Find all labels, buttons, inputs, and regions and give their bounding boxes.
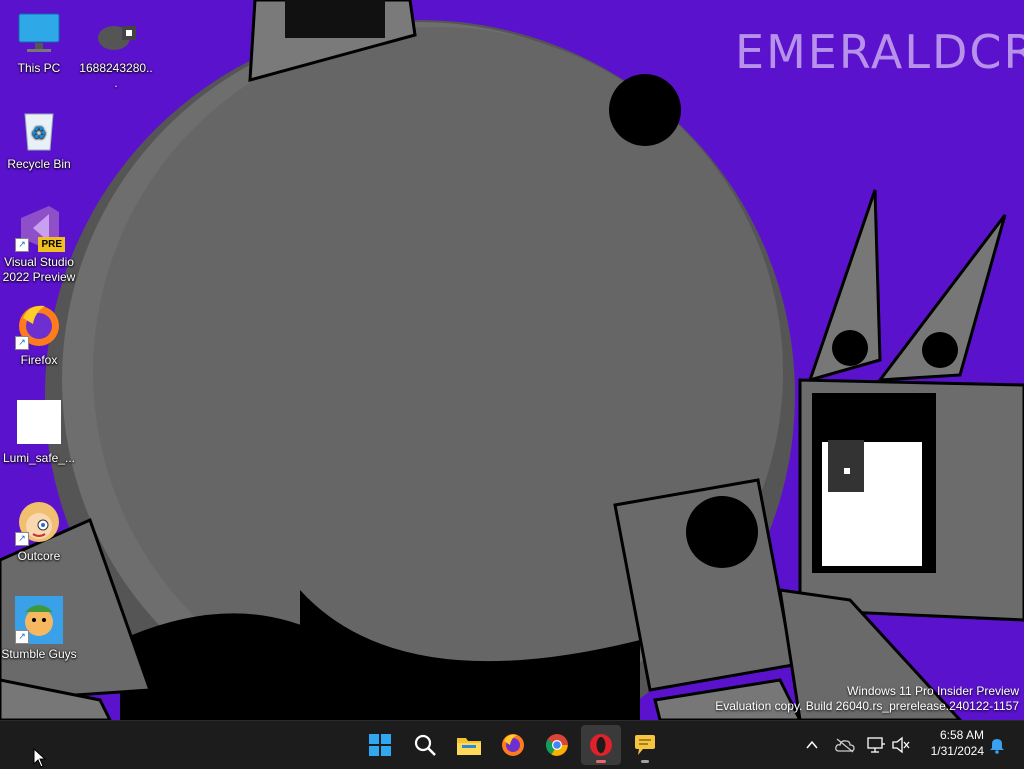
tray-onedrive-button[interactable] [833, 733, 857, 757]
desktop-icon-firefox[interactable]: ↗ Firefox [1, 302, 77, 368]
taskbar-chrome-button[interactable] [537, 725, 577, 765]
desktop-icon-outcore[interactable]: ↗ Outcore [1, 498, 77, 564]
desktop-icon-image-file[interactable]: 1688243280... [78, 10, 154, 91]
tray-volume-button[interactable] [889, 733, 913, 757]
taskbar-search-button[interactable] [405, 725, 445, 765]
watermark-line-1: Windows 11 Pro Insider Preview [847, 684, 1019, 698]
search-icon [414, 734, 436, 756]
chrome-icon [546, 734, 568, 756]
recycle-bin-icon: ♻ [15, 106, 63, 154]
running-indicator [596, 760, 606, 763]
taskbar [0, 720, 1024, 769]
network-icon [867, 737, 885, 753]
shortcut-arrow-icon: ↗ [15, 630, 29, 644]
svg-text:♻: ♻ [31, 123, 47, 144]
desktop-icon-visual-studio[interactable]: PRE ↗ Visual Studio 2022 Preview [1, 204, 77, 285]
desktop-icon-label: Visual Studio 2022 Preview [2, 255, 76, 284]
desktop-icon-label: Outcore [17, 549, 61, 563]
taskbar-clock[interactable]: 6:58 AM 1/31/2024 [920, 727, 984, 759]
visual-studio-icon: PRE ↗ [15, 204, 65, 252]
taskbar-chat-button[interactable] [625, 725, 665, 765]
stumble-guys-icon: ↗ [15, 596, 63, 644]
desktop-icon-lumi-safe[interactable]: Lumi_safe_... [1, 400, 77, 466]
tray-notifications-button[interactable] [985, 733, 1009, 757]
taskbar-start-button[interactable] [360, 725, 400, 765]
cloud-offline-icon [835, 738, 855, 753]
shortcut-arrow-icon: ↗ [15, 336, 29, 350]
shortcut-arrow-icon: ↗ [15, 532, 29, 546]
shortcut-arrow-icon: ↗ [15, 238, 29, 252]
blank-file-icon [15, 400, 63, 448]
taskbar-firefox-button[interactable] [493, 725, 533, 765]
windows-start-icon [369, 734, 391, 756]
desktop-icon-label: Recycle Bin [7, 157, 71, 171]
speaker-muted-icon [892, 736, 910, 754]
desktop-icon-this-pc[interactable]: This PC [1, 10, 77, 76]
clock-time: 6:58 AM [939, 728, 984, 742]
desktop-icon-label: This PC [17, 61, 61, 75]
firefox-icon: ↗ [15, 302, 63, 350]
folder-icon [457, 738, 481, 755]
chat-bubble-icon [635, 735, 655, 755]
outcore-icon: ↗ [15, 498, 63, 546]
firefox-icon [502, 734, 524, 756]
tray-network-button[interactable] [864, 733, 888, 757]
preview-badge: PRE [38, 237, 65, 252]
windows-evaluation-watermark: Windows 11 Pro Insider Preview Evaluatio… [715, 684, 1019, 714]
image-file-icon [92, 10, 140, 58]
desktop-wallpaper: EMERALDCRAFTS [0, 0, 1024, 720]
watermark-line-2: Evaluation copy. Build 26040.rs_prerelea… [715, 699, 1019, 713]
desktop-icon-label: 1688243280... [79, 61, 153, 90]
desktop-icon-label: Lumi_safe_... [2, 451, 76, 465]
desktop-icon-label: Stumble Guys [1, 647, 77, 661]
clock-date: 1/31/2024 [930, 744, 984, 758]
desktop-icon-label: Firefox [20, 353, 58, 367]
mouse-cursor-icon [33, 748, 47, 768]
taskbar-opera-button[interactable] [581, 725, 621, 765]
desktop-icon-stumble-guys[interactable]: ↗ Stumble Guys [1, 596, 77, 662]
taskbar-file-explorer-button[interactable] [449, 725, 489, 765]
wallpaper-logo: EMERALDCRAFTS [735, 25, 1024, 79]
desktop-icon-recycle-bin[interactable]: ♻ Recycle Bin [1, 106, 77, 172]
tray-show-hidden-button[interactable] [800, 733, 824, 757]
opera-icon [590, 734, 612, 756]
monitor-icon [15, 10, 63, 58]
running-indicator [641, 760, 649, 763]
chevron-up-icon [806, 740, 818, 749]
notification-bell-icon [990, 739, 1004, 754]
